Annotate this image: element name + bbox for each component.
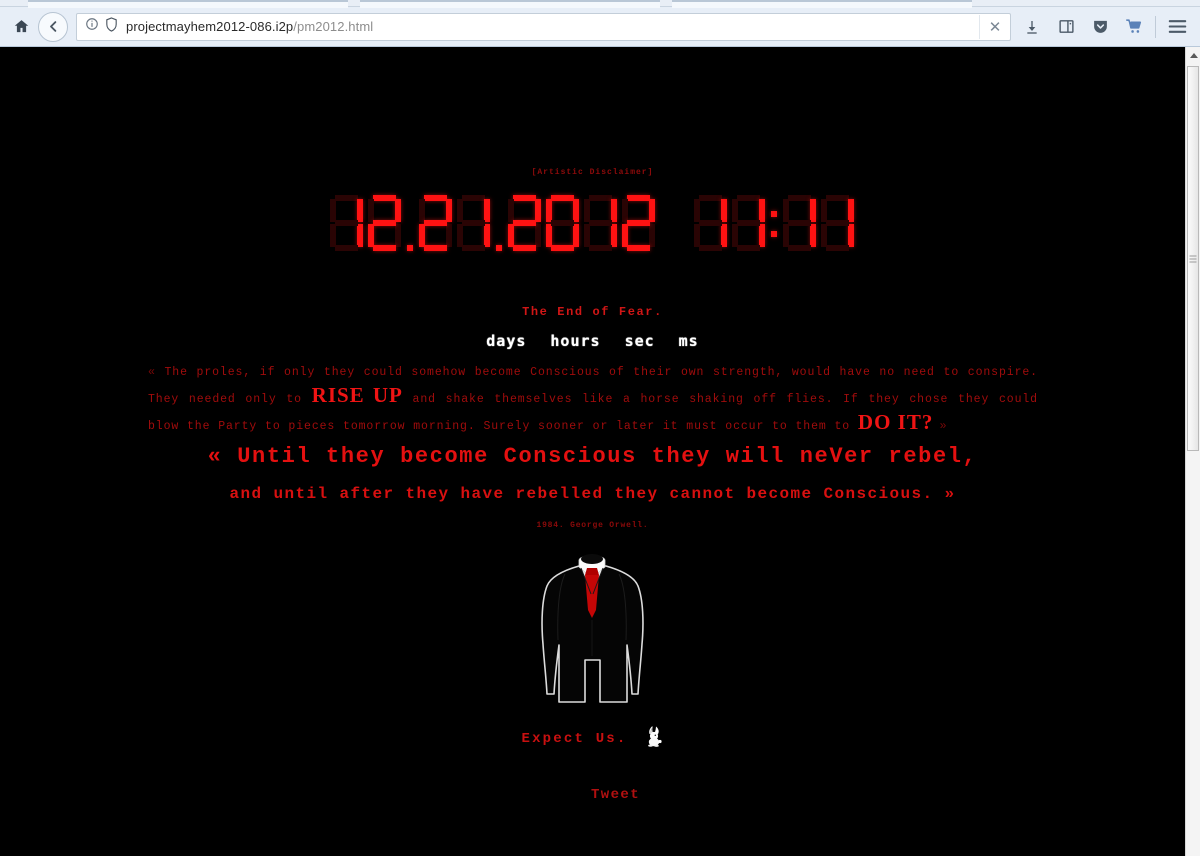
url-path: /pm2012.html (293, 19, 374, 34)
clock-period-separator (404, 195, 417, 252)
tweet-label: Tweet (590, 787, 640, 803)
tab-item[interactable] (672, 0, 972, 8)
orwell-paragraph: « The proles, if only they could somehow… (148, 361, 1038, 438)
clock-digit (456, 195, 492, 252)
clock-digit (418, 195, 454, 252)
clock-digit (367, 195, 403, 252)
paragraph-emphasis-rise-up: RISE UP (311, 383, 403, 407)
clock-digit (545, 195, 581, 252)
reader-view-icon[interactable] (1049, 11, 1083, 43)
clock-digit (820, 195, 856, 252)
paragraph-part-3: ? (921, 410, 940, 434)
clock-date-group (328, 195, 658, 252)
expect-us-row: Expect Us. (0, 725, 1185, 752)
tagline: The End of Fear. (522, 305, 663, 319)
clock-digit (731, 195, 767, 252)
url-domain: projectmayhem2012-086.i2p (126, 19, 294, 34)
anonymous-suit-figure-wrapper (0, 552, 1185, 712)
countdown-label-ms: ms (678, 332, 699, 350)
downloads-icon[interactable] (1015, 11, 1049, 43)
clock-digit (583, 195, 619, 252)
back-button[interactable] (38, 11, 68, 42)
scroll-thumb-grip (1189, 255, 1197, 262)
quote-line-1: « Until they become Conscious they will … (207, 444, 978, 469)
clock-digit (507, 195, 543, 252)
pocket-icon[interactable] (1083, 11, 1117, 43)
tweet-button[interactable]: Tweet (0, 787, 1185, 803)
clear-url-button[interactable]: ✕ (979, 14, 1010, 39)
clock-digit (782, 195, 818, 252)
address-bar-identity (77, 16, 126, 37)
tab-item[interactable] (360, 0, 660, 8)
paragraph-open-guillemet: « (148, 366, 156, 379)
countdown-label-days: days (486, 332, 527, 350)
tab-strip[interactable] (0, 0, 1200, 8)
shopping-cart-icon[interactable] (1117, 11, 1151, 43)
scroll-up-arrow[interactable] (1186, 47, 1200, 63)
tab-item[interactable] (28, 0, 348, 8)
countdown-label-hours: hours (550, 332, 601, 350)
quote-line-2: and until after they have rebelled they … (229, 485, 956, 503)
url-text[interactable]: projectmayhem2012-086.i2p/pm2012.html (126, 19, 979, 34)
artistic-disclaimer: [Artistic Disclaimer] (531, 168, 654, 177)
scroll-thumb[interactable] (1187, 66, 1199, 451)
page-content: [Artistic Disclaimer] The End of Fear. d… (0, 47, 1185, 856)
clock-digit (329, 195, 365, 252)
paragraph-emphasis-do-it: DO IT (857, 410, 922, 434)
browser-window: projectmayhem2012-086.i2p/pm2012.html ✕ (0, 0, 1200, 856)
white-rabbit-icon[interactable] (644, 725, 664, 752)
anonymous-suit-figure (541, 554, 644, 703)
tracking-protection-shield-icon[interactable] (105, 16, 118, 37)
countdown-label-sec: sec (624, 332, 655, 350)
page-info-icon[interactable] (85, 17, 99, 36)
hamburger-menu-icon[interactable] (1160, 11, 1194, 43)
navigation-toolbar: projectmayhem2012-086.i2p/pm2012.html ✕ (0, 7, 1200, 47)
clock-period-separator (493, 195, 506, 252)
countdown-clock (0, 195, 1185, 252)
clock-digit (621, 195, 657, 252)
paragraph-close-guillemet: » (939, 420, 948, 433)
home-icon[interactable] (6, 12, 36, 42)
toolbar-separator (1155, 15, 1156, 38)
clock-digit (693, 195, 729, 252)
clock-time-group (692, 195, 857, 252)
page-viewport: [Artistic Disclaimer] The End of Fear. d… (0, 47, 1200, 856)
countdown-unit-labels: days hours sec ms (0, 332, 1185, 350)
clock-colon-separator (768, 195, 781, 252)
expect-us-text: Expect Us. (521, 730, 628, 747)
vertical-scrollbar[interactable] (1185, 47, 1200, 856)
address-bar[interactable]: projectmayhem2012-086.i2p/pm2012.html ✕ (76, 12, 1011, 41)
quote-attribution: 1984. George Orwell. (536, 521, 649, 530)
